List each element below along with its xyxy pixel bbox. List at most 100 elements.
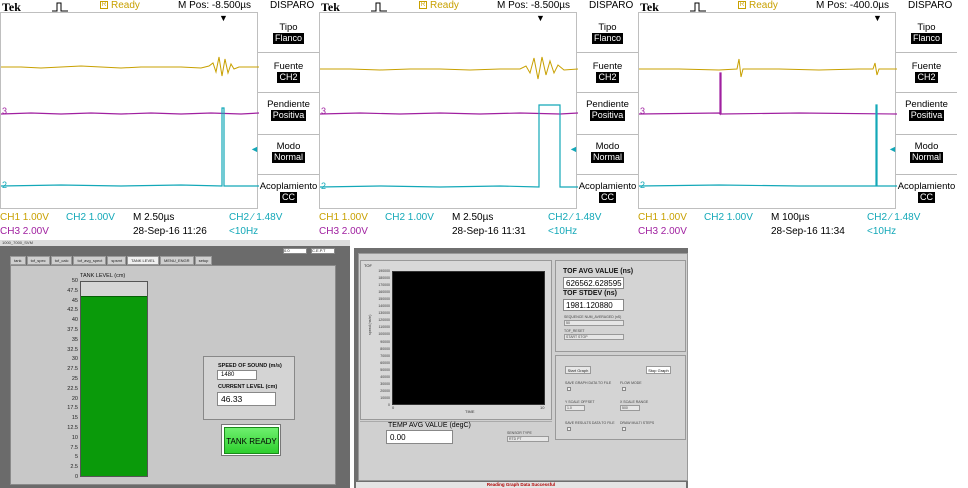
window-title: 1000_7000_SVM [0, 240, 350, 246]
ch1-waveform [320, 56, 578, 80]
tab-strip: tank tof_spec tof_calc tof_avg_spect sps… [10, 256, 213, 265]
menu-fuente[interactable]: Fuente CH2 [577, 52, 638, 83]
trigger-position-marker: ▼ [873, 13, 882, 23]
tof-app: TOF 190000 180000 170000 160000 150000 140000… [350, 240, 690, 488]
tab-tank[interactable]: tank [10, 256, 26, 265]
capture-date: 28-Sep-16 11:31 [452, 226, 526, 237]
menu-modo[interactable]: Modo Normal [258, 134, 319, 163]
ch3-ground-marker: 3 [640, 106, 646, 116]
scope-capture-3: Tek R Ready M Pos: -400.0µs DISPARO ▼ 3 2… [638, 0, 957, 240]
ch2-ground-marker: 2 [640, 180, 646, 190]
save-results-checkbox[interactable] [567, 427, 571, 431]
menu-modo[interactable]: Modo Normal [577, 134, 638, 163]
x-scale-input[interactable]: 500 [620, 405, 640, 411]
temp-avg-label: TEMP AVG VALUE (degC) [388, 422, 471, 429]
graph-y-tick: 40000 [380, 374, 390, 379]
scope-status-bar: CH1 1.00V CH2 1.00V M 100µs CH2 ∕ 1.48V … [638, 210, 957, 240]
graph-y-tick: 0 [388, 403, 390, 407]
tab-tank-level[interactable]: TANK LEVEL [127, 256, 159, 265]
trigger-readout: CH2 ∕ 1.48V [548, 212, 602, 223]
menu-acoplamiento[interactable]: Acoplamiento CC [896, 174, 957, 203]
menu-tipo[interactable]: Tipo Flanco [258, 22, 319, 44]
trigger-position-marker: ▼ [219, 13, 228, 23]
graph-y-tick: 60000 [380, 360, 390, 365]
tank-scale-tick: 17.5 [67, 405, 78, 412]
tab-tof-spec[interactable]: tof_spec [26, 256, 50, 265]
menu-acoplamiento[interactable]: Acoplamiento CC [258, 174, 319, 203]
save-graph-checkbox[interactable] [567, 387, 571, 391]
stop-graph-button[interactable]: Stop Graph [646, 366, 671, 374]
graph-y-tick: 180000 [378, 276, 390, 281]
flow-mode-checkbox[interactable] [622, 387, 626, 391]
speed-of-sound-label: SPEED OF SOUND (m/s) [218, 363, 282, 369]
ch2-scale: CH2 1.00V [385, 212, 434, 223]
tank-scale-tick: 32.5 [67, 346, 78, 353]
menu-tipo[interactable]: Tipo Flanco [577, 22, 638, 44]
tab-tof-avg-spect[interactable]: tof_avg_spect [73, 256, 107, 265]
scope-status-bar: CH1 1.00V CH2 1.00V M 2.50µs CH2 ∕ 1.48V… [0, 210, 319, 240]
tof-avg-label: TOF AVG VALUE (ns) [563, 268, 634, 275]
tank-scale-tick: 2.5 [70, 464, 78, 471]
tank-ready-button[interactable]: TANK READY [221, 424, 281, 456]
y-scale-input[interactable]: 1.0 [565, 405, 585, 411]
speed-of-sound-input[interactable]: 1480 [217, 370, 257, 380]
tank-scale-tick: 22.5 [67, 385, 78, 392]
acquisition-status: R Ready [100, 0, 140, 11]
tank-gauge [80, 281, 148, 477]
tank-scale-tick: 47.5 [67, 287, 78, 294]
top-field-1[interactable]: 0.0 [283, 248, 307, 254]
flow-mode-label: FLOW MODE [620, 381, 642, 385]
horizontal-position: M Pos: -400.0µs [816, 0, 890, 11]
ch2-scale: CH2 1.00V [66, 212, 115, 223]
ch2-waveform [1, 107, 259, 187]
trigger-menu: Tipo Flanco Fuente CH2 Pendiente Positiva M… [577, 12, 638, 209]
menu-pendiente[interactable]: Pendiente Positiva [258, 92, 319, 121]
sensor-type-select[interactable]: RTD PT [507, 436, 549, 442]
tank-scale-tick: 45 [71, 297, 78, 304]
start-graph-button[interactable]: Start Graph [565, 366, 591, 374]
trigger-readout: CH2 ∕ 1.48V [867, 212, 921, 223]
current-level-label: CURRENT LEVEL (cm) [218, 384, 278, 390]
ch3-waveform [639, 72, 897, 116]
multi-steps-checkbox[interactable] [622, 427, 626, 431]
tab-setup[interactable]: setup [194, 256, 213, 265]
menu-tipo[interactable]: Tipo Flanco [896, 22, 957, 44]
trigger-menu-title: DISPARO [589, 0, 634, 11]
menu-fuente[interactable]: Fuente CH2 [258, 52, 319, 83]
menu-fuente[interactable]: Fuente CH2 [896, 52, 957, 83]
graph-x-max: 10 [540, 405, 545, 410]
menu-modo[interactable]: Modo Normal [896, 134, 957, 163]
ch1-waveform [1, 56, 259, 77]
tab-tof-calc[interactable]: tof_calc [50, 256, 73, 265]
trigger-menu-title: DISPARO [908, 0, 953, 11]
tank-scale-tick: 27.5 [67, 366, 78, 373]
tank-scale-tick: 25 [71, 376, 78, 382]
graph-y-tick: 190000 [378, 269, 390, 273]
horizontal-position: M Pos: -8.500µs [178, 0, 252, 11]
num-averaged-input[interactable]: 50 [564, 320, 624, 326]
graph-y-tick: 20000 [380, 388, 390, 393]
menu-acoplamiento[interactable]: Acoplamiento CC [577, 174, 638, 203]
tank-scale-tick: 20 [71, 395, 78, 402]
ch1-waveform [639, 58, 897, 78]
ch2-ground-marker: 2 [321, 181, 327, 191]
ch2-waveform [320, 104, 578, 188]
ch1-scale: CH1 1.00V [638, 212, 687, 223]
tab-spsmt[interactable]: spsmt [107, 256, 127, 265]
tank-scale-tick: 30 [71, 356, 78, 363]
top-field-2[interactable]: C.E.P.T [310, 248, 335, 254]
waveform-display: ▼ 3 2 ◄ [638, 12, 897, 209]
ch2-scale: CH2 1.00V [704, 212, 753, 223]
tof-reset-select[interactable]: START STOP [564, 334, 624, 340]
tank-level-title: TANK LEVEL (cm) [80, 273, 126, 279]
graph-y-label: speed (ns/m) [368, 314, 372, 335]
tab-menu-engr[interactable]: MENU_ENGR [160, 256, 194, 265]
menu-pendiente[interactable]: Pendiente Positiva [577, 92, 638, 121]
menu-pendiente[interactable]: Pendiente Positiva [896, 92, 957, 121]
scope-status-bar: CH1 1.00V CH2 1.00V M 2.50µs CH2 ∕ 1.48V… [319, 210, 638, 240]
acquisition-status: R Ready [419, 0, 459, 11]
top-fields: 0.0 C.E.P.T [283, 248, 338, 254]
graph-y-tick: 70000 [380, 353, 390, 358]
tof-stdev-label: TOF STDEV (ns) [563, 290, 617, 297]
graph-y-tick: 170000 [378, 283, 390, 288]
